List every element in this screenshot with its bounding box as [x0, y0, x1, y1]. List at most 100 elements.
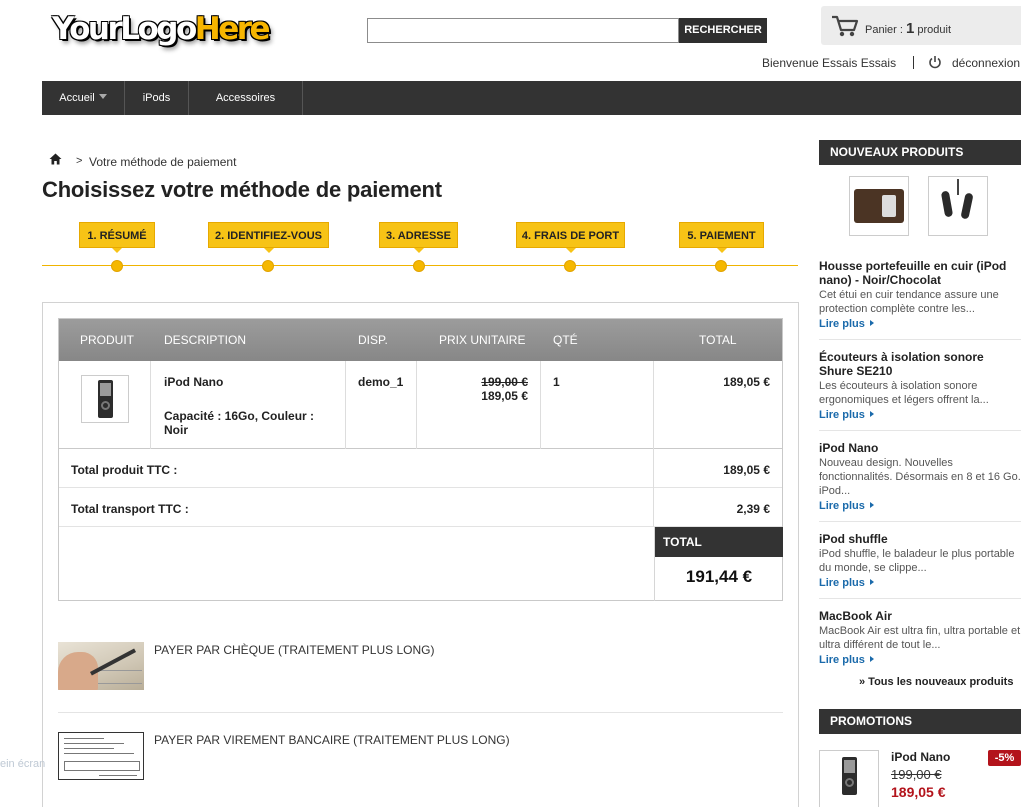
new-product-item: Écouteurs à isolation sonore Shure SE210… — [819, 350, 1021, 421]
new-product-item: MacBook Air MacBook Air est ultra fin, u… — [819, 609, 1021, 666]
new-product-title[interactable]: MacBook Air — [819, 609, 1021, 623]
new-product-title[interactable]: Housse portefeuille en cuir (iPod nano) … — [819, 259, 1021, 287]
step-dot — [262, 260, 274, 272]
site-logo[interactable]: YourLogoHere — [52, 11, 271, 47]
breadcrumb-current: Votre méthode de paiement — [89, 155, 237, 169]
product-old-price: 199,00 € — [481, 375, 528, 389]
earphones-image — [960, 192, 974, 220]
read-more-link[interactable]: Lire plus — [819, 409, 1021, 421]
promo-thumbnail[interactable] — [819, 750, 879, 807]
read-more-link[interactable]: Lire plus — [819, 318, 1021, 330]
step-dot — [111, 260, 123, 272]
step-identifiez-vous[interactable]: 2. IDENTIFIEZ-VOUS — [208, 222, 329, 253]
pay-by-cheque-link[interactable]: PAYER PAR CHÈQUE (TRAITEMENT PLUS LONG) — [154, 643, 435, 657]
product-availability: demo_1 — [358, 375, 404, 389]
total-shipping-label: Total transport TTC : — [71, 502, 189, 516]
home-icon[interactable] — [49, 153, 62, 165]
new-product-title[interactable]: iPod Nano — [819, 441, 1021, 455]
new-product-desc: Les écouteurs à isolation sonore ergonom… — [819, 380, 989, 406]
logo-text-part1: YourLogo — [52, 11, 197, 47]
new-product-item: iPod Nano Nouveau design. Nouvelles fonc… — [819, 441, 1021, 512]
page-title: Choisissez votre méthode de paiement — [42, 177, 442, 202]
read-more-link[interactable]: Lire plus — [819, 654, 1021, 666]
step-adresse[interactable]: 3. ADRESSE — [379, 222, 458, 253]
cart-count: 1 — [905, 20, 915, 37]
read-more-link[interactable]: Lire plus — [819, 500, 1021, 512]
sidebar-divider — [819, 430, 1021, 431]
table-row: iPod Nano Capacité : 16Go, Couleur : Noi… — [59, 361, 782, 449]
col-disp: DISP. — [358, 333, 388, 347]
new-product-item: Housse portefeuille en cuir (iPod nano) … — [819, 259, 1021, 330]
step-frais-de-port[interactable]: 4. FRAIS DE PORT — [516, 222, 625, 253]
product-name[interactable]: iPod Nano — [164, 375, 223, 389]
search-button[interactable]: RECHERCHER — [679, 18, 767, 43]
bankwire-payment-image[interactable] — [58, 732, 144, 780]
chevron-down-icon — [98, 94, 107, 99]
new-product-title[interactable]: Écouteurs à isolation sonore Shure SE210 — [819, 350, 1021, 378]
header-divider — [913, 56, 914, 69]
cart-summary[interactable]: Panier : 1 produit — [821, 6, 1021, 45]
step-paiement: 5. PAIEMENT — [679, 222, 764, 253]
breadcrumb-separator: > — [76, 155, 83, 167]
read-more-link[interactable]: Lire plus — [819, 577, 1021, 589]
all-new-products-link[interactable]: » Tous les nouveaux produits — [859, 676, 1013, 688]
table-header: PRODUIT DESCRIPTION DISP. PRIX UNITAIRE … — [59, 319, 782, 361]
grand-total-label: TOTAL — [655, 527, 783, 557]
col-prix-unitaire: PRIX UNITAIRE — [439, 333, 526, 347]
discount-badge: -5% — [988, 750, 1021, 766]
new-product-desc: MacBook Air est ultra fin, ultra portabl… — [819, 625, 1021, 651]
welcome-text: Bienvenue Essais Essais — [762, 56, 897, 70]
cheque-payment-image[interactable] — [58, 642, 144, 690]
promo-product-name[interactable]: iPod Nano — [891, 750, 950, 764]
col-total: TOTAL — [699, 333, 737, 347]
ipod-nano-image — [842, 757, 857, 795]
product-attributes: Capacité : 16Go, Couleur : Noir — [164, 409, 315, 437]
cart-text: Panier : 1 produit — [865, 20, 951, 37]
new-product-title[interactable]: iPod shuffle — [819, 532, 1021, 546]
cart-unit: produit — [917, 24, 952, 36]
column-divider — [416, 361, 417, 449]
new-product-thumb[interactable] — [849, 176, 909, 236]
total-products-value: 189,05 € — [723, 463, 770, 477]
ipod-nano-image — [98, 380, 113, 418]
step-resume[interactable]: 1. RÉSUMÉ — [79, 222, 155, 253]
column-divider — [653, 449, 654, 488]
sidebar-divider — [819, 598, 1021, 599]
total-products-label: Total produit TTC : — [71, 463, 178, 477]
total-shipping-value: 2,39 € — [736, 502, 770, 516]
new-product-item: iPod shuffle iPod shuffle, le baladeur l… — [819, 532, 1021, 589]
step-dot — [715, 260, 727, 272]
leather-case-image — [854, 189, 904, 223]
total-products-row: Total produit TTC : 189,05 € — [59, 449, 782, 488]
product-thumbnail[interactable] — [81, 375, 129, 423]
new-product-thumb[interactable] — [928, 176, 988, 236]
column-divider — [540, 361, 541, 449]
cart-label: Panier : — [865, 24, 903, 36]
search-input[interactable] — [367, 18, 679, 43]
column-divider — [150, 361, 151, 449]
cart-summary-table: PRODUIT DESCRIPTION DISP. PRIX UNITAIRE … — [58, 318, 783, 601]
nav-item-accueil[interactable]: Accueil — [42, 81, 125, 115]
shopping-cart-icon — [832, 15, 859, 37]
sidebar-divider — [819, 339, 1021, 340]
promo-price: 189,05 € — [891, 784, 946, 800]
col-qte: QTÉ — [553, 333, 578, 347]
power-icon[interactable] — [928, 55, 942, 69]
earphones-image — [940, 190, 954, 218]
column-divider — [345, 361, 346, 449]
logout-link[interactable]: déconnexion — [952, 56, 1020, 70]
grand-total-value: 191,44 € — [685, 567, 753, 586]
sidebar-divider — [819, 521, 1021, 522]
product-qty: 1 — [553, 375, 560, 389]
new-product-desc: iPod shuffle, le baladeur le plus portab… — [819, 548, 1015, 574]
new-products-title: NOUVEAUX PRODUITS — [819, 140, 1021, 165]
promotions-title: PROMOTIONS — [819, 709, 1021, 734]
fullscreen-hint: ein écran — [0, 758, 46, 770]
grand-total-box: TOTAL 191,44 € — [654, 527, 783, 601]
nav-item-ipods[interactable]: iPods — [125, 81, 189, 115]
nav-item-label: iPods — [142, 92, 171, 104]
col-produit: PRODUIT — [80, 333, 134, 347]
step-dot — [564, 260, 576, 272]
nav-item-accessoires[interactable]: Accessoires — [189, 81, 303, 115]
pay-by-bankwire-link[interactable]: PAYER PAR VIREMENT BANCAIRE (TRAITEMENT … — [154, 733, 510, 747]
